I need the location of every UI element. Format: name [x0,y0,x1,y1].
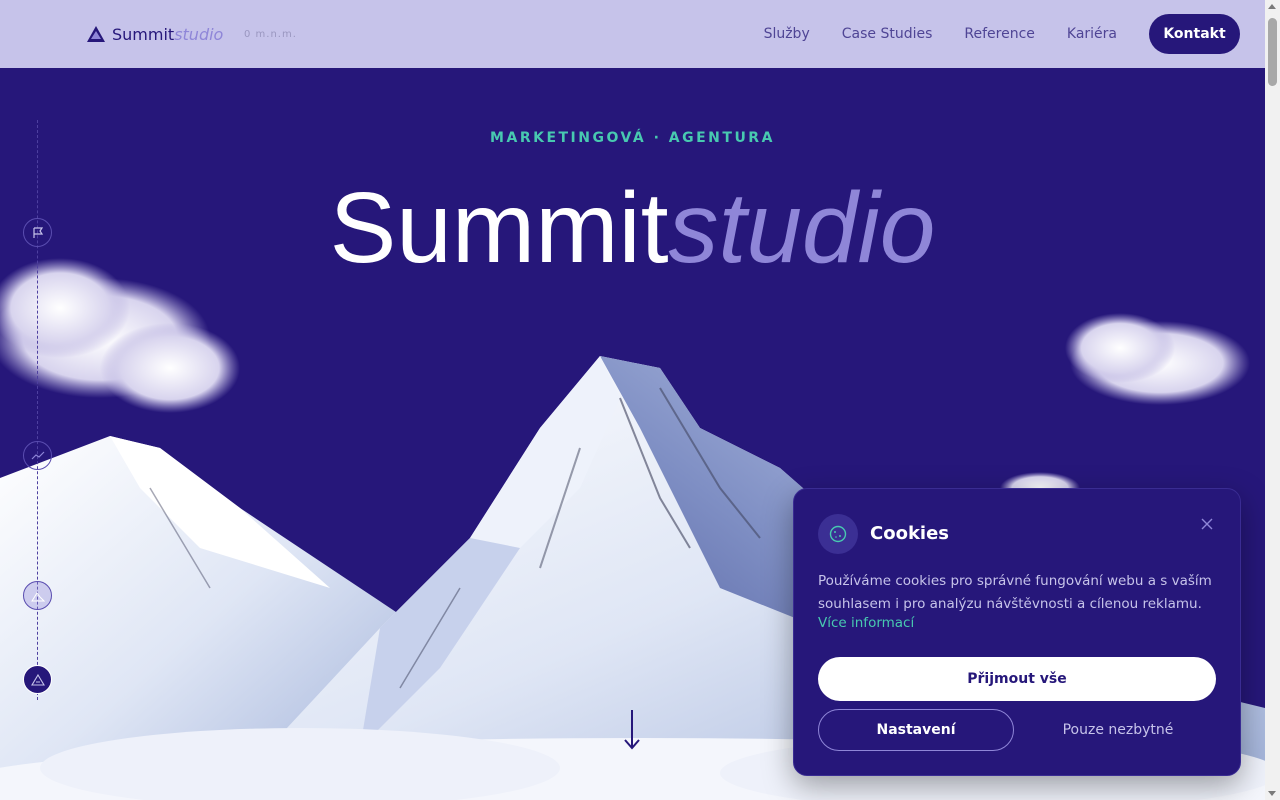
logo-text: Summit [112,24,175,44]
hero-title-accent: studio [668,172,936,284]
cookie-description: Používáme cookies pro správné fungování … [818,573,1212,612]
accept-all-button[interactable]: Přijmout vše [818,657,1216,701]
side-nav-flag[interactable] [23,218,52,247]
mountain-logo-icon [87,26,105,42]
main-nav: Služby Case Studies Reference Kariéra Ko… [764,14,1240,54]
contact-button[interactable]: Kontakt [1149,14,1240,54]
scroll-up-icon[interactable] [1268,4,1276,9]
mountain-icon [30,591,45,601]
site-header: Summit studio 0 m.n.m. Služby Case Studi… [0,0,1265,68]
scroll-down-icon[interactable] [1268,791,1276,796]
summit-icon [30,673,45,686]
close-icon[interactable] [1196,513,1218,535]
cookie-icon-badge [818,514,858,554]
cookie-settings-button[interactable]: Nastavení [818,709,1014,751]
hero-eyebrow: MARKETINGOVÁ · AGENTURA [490,130,775,146]
side-nav-mountain[interactable] [23,581,52,610]
logo[interactable]: Summit studio [86,24,223,44]
side-progress-line [37,120,38,700]
cookie-more-info-link[interactable]: Více informací [818,615,914,631]
nav-link-services[interactable]: Služby [764,26,810,42]
cookie-dialog: Cookies Používáme cookies pro správné fu… [793,488,1241,776]
cookie-icon [829,525,847,543]
scroll-down-arrow-icon[interactable] [622,708,642,752]
logo-text-accent: studio [174,24,224,44]
flag-icon [32,226,43,238]
side-nav-trend[interactable] [23,441,52,470]
altitude-indicator: 0 m.n.m. [244,29,297,40]
nav-link-reference[interactable]: Reference [964,26,1035,42]
scroll-thumb[interactable] [1268,18,1277,86]
necessary-only-button[interactable]: Pouze nezbytné [1020,709,1216,751]
hero-title: Summitstudio [0,168,1265,288]
trend-icon [31,451,44,459]
page-scrollbar[interactable] [1265,0,1280,800]
nav-link-case-studies[interactable]: Case Studies [842,26,933,42]
hero-title-main: Summit [329,172,669,284]
cookie-title: Cookies [870,523,950,544]
side-nav-summit[interactable] [23,665,52,694]
nav-link-career[interactable]: Kariéra [1067,26,1117,42]
